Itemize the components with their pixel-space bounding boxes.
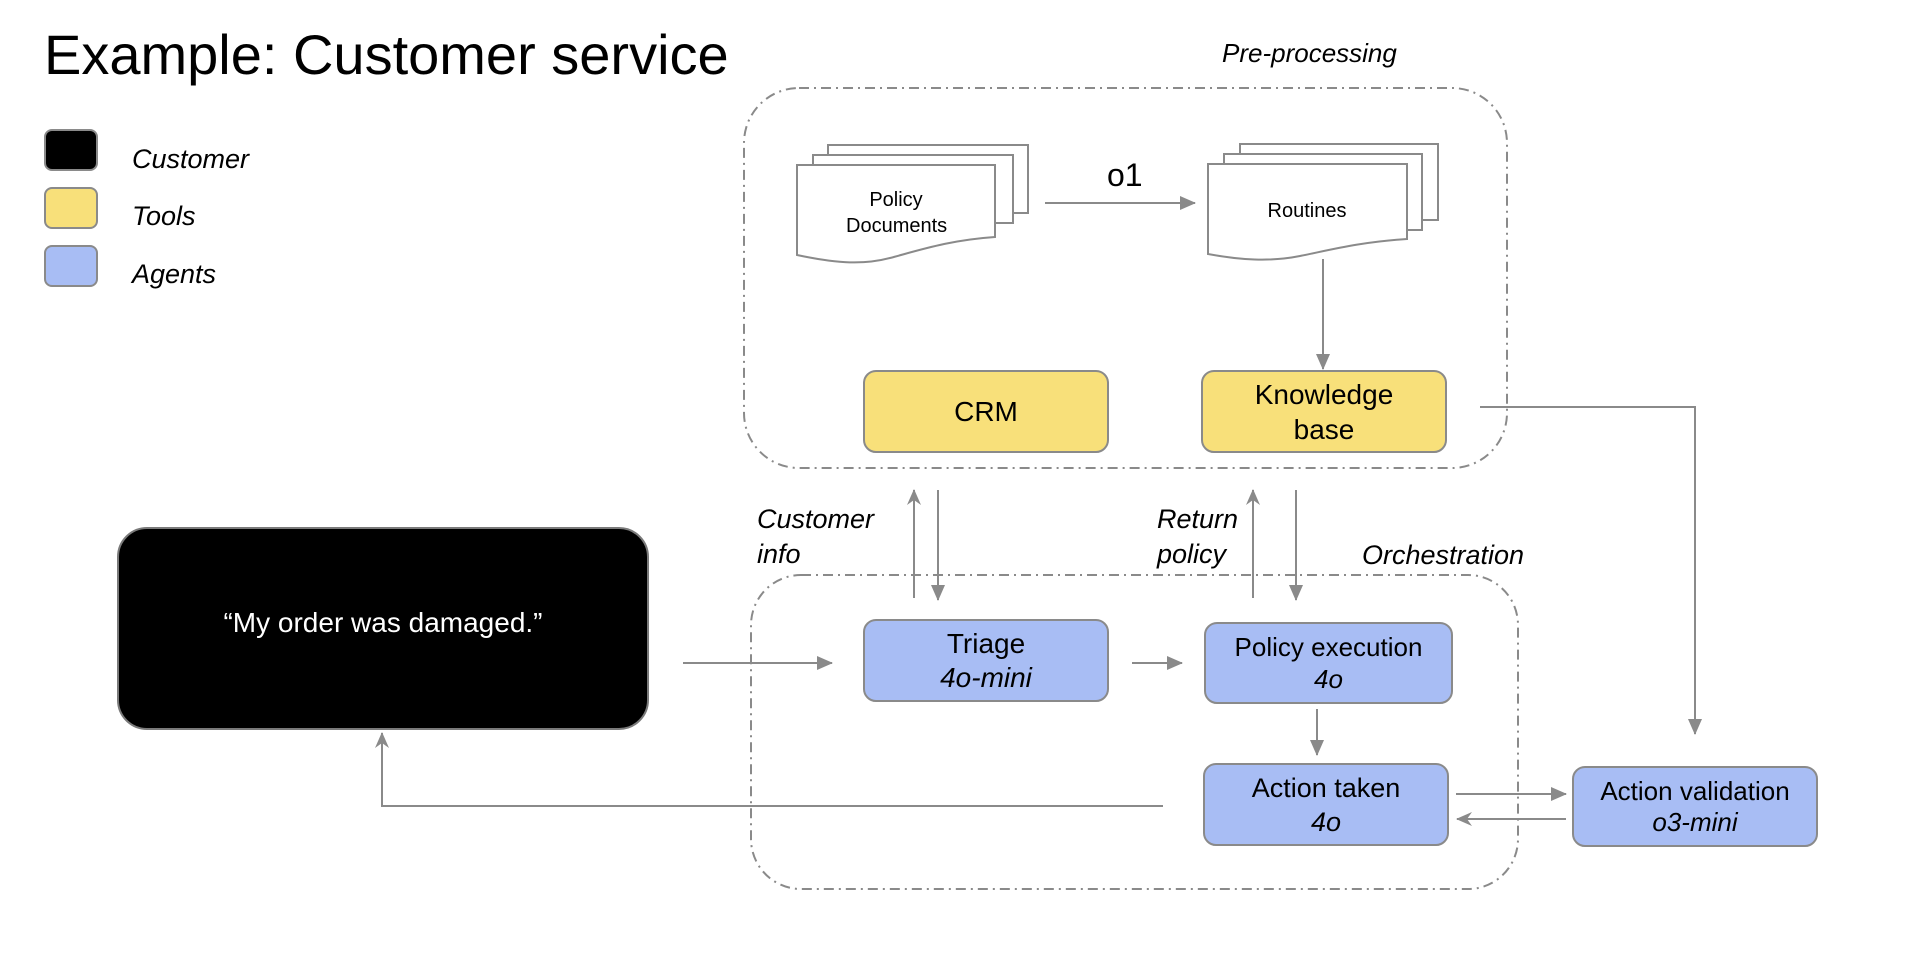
action-validation-agent-name: Action validation	[1600, 775, 1790, 806]
legend-label-tools: Tools	[132, 201, 196, 231]
policy-execution-agent-name: Policy execution	[1234, 632, 1423, 662]
triage-agent[interactable]: Triage 4o-mini	[863, 619, 1109, 702]
arrow-action-to-customer	[375, 732, 1163, 807]
action-taken-agent-model: 4o	[1310, 806, 1342, 837]
return-policy-label: Return policy	[1157, 502, 1238, 572]
policy-documents-label: Policy Documents	[846, 187, 948, 239]
action-taken-agent-name: Action taken	[1251, 772, 1401, 803]
action-validation-agent[interactable]: Action validation o3-mini	[1572, 766, 1818, 847]
legend-swatch-tools	[44, 187, 98, 229]
legend-label-customer: Customer	[132, 144, 250, 174]
customer-info-label-line1: Customer	[757, 504, 875, 534]
orchestration-label: Orchestration	[1362, 540, 1525, 570]
routines-label: Routines	[1267, 200, 1347, 222]
arrow-knowledge-base-to-action-validation	[1480, 406, 1702, 735]
legend-label-agents: Agents	[132, 259, 217, 289]
policy-execution-agent[interactable]: Policy execution 4o	[1204, 622, 1453, 704]
customer-message-box[interactable]: “My order was damaged.”	[117, 527, 649, 730]
policy-execution-agent-model: 4o	[1314, 664, 1343, 694]
return-policy-label-line1: Return	[1157, 504, 1239, 534]
action-taken-agent[interactable]: Action taken 4o	[1203, 763, 1449, 846]
knowledge-base-tool[interactable]: Knowledge base	[1201, 370, 1447, 453]
preprocessing-label: Pre-processing	[1222, 38, 1397, 68]
action-validation-agent-model: o3-mini	[1652, 806, 1738, 837]
customer-info-label: Customer info	[757, 502, 874, 572]
crm-tool-label: CRM	[954, 395, 1018, 427]
policy-documents-label-line2: Documents	[846, 215, 948, 237]
policy-documents-label-line1: Policy	[869, 189, 923, 211]
customer-message: “My order was damaged.”	[223, 606, 543, 638]
triage-agent-name: Triage	[946, 627, 1026, 659]
legend-swatch-customer	[44, 129, 98, 171]
knowledge-base-label-line1: Knowledge	[1254, 378, 1394, 410]
customer-info-label-line2: info	[757, 539, 801, 569]
legend-swatch-agents	[44, 245, 98, 287]
return-policy-label-line2: policy	[1157, 539, 1227, 569]
triage-agent-model: 4o-mini	[940, 661, 1032, 693]
page-title: Example: Customer service	[44, 23, 729, 86]
o1-model-label: o1	[1107, 157, 1143, 193]
crm-tool[interactable]: CRM	[863, 370, 1109, 453]
knowledge-base-label-line2: base	[1293, 413, 1355, 445]
